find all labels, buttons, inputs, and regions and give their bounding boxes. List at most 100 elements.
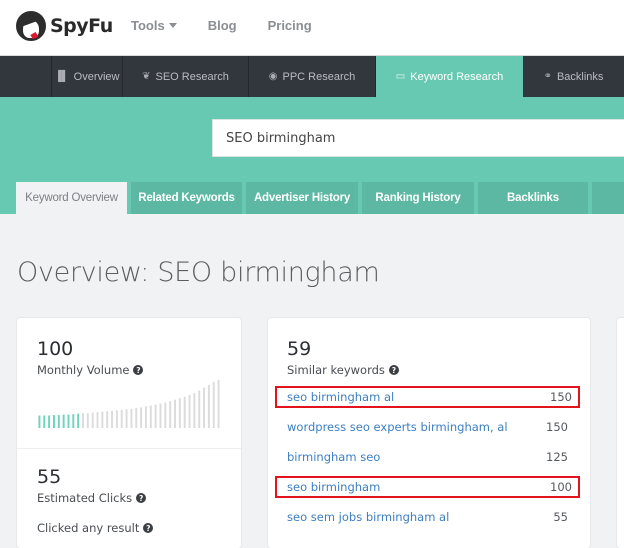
volume-bar	[86, 413, 89, 428]
volume-bar	[91, 412, 94, 428]
volume-bar	[164, 402, 167, 428]
keyword-search-input[interactable]: SEO birmingham	[212, 119, 624, 157]
volume-bar	[154, 404, 157, 428]
chevron-down-icon	[168, 23, 177, 28]
volume-bar	[115, 410, 118, 428]
section-tab-overview[interactable]: ▐▌ Overview	[52, 56, 123, 97]
subtab-related-keywords[interactable]: Related Keywords	[131, 182, 242, 214]
spy-logo-icon	[16, 11, 46, 41]
monthly-volume-text: Monthly Volume	[37, 363, 130, 377]
section-tab-label: SEO Research	[155, 70, 229, 83]
similar-keywords-card: 59 Similar keywords ? seo birmingham al 1…	[268, 318, 590, 548]
keyword-volume: 150	[550, 390, 572, 404]
estimated-clicks-label: Estimated Clicks ?	[37, 491, 153, 505]
volume-bar	[57, 415, 60, 428]
volume-bar	[188, 394, 191, 428]
section-tab-keyword-research[interactable]: ▭ Keyword Research	[376, 56, 523, 97]
nav-tools-label: Tools	[131, 18, 165, 33]
keyword-volume: 55	[553, 510, 568, 524]
nav-blog-label: Blog	[207, 18, 237, 33]
keyword-link[interactable]: wordpress seo experts birmingham, al	[287, 420, 508, 434]
volume-bar	[77, 413, 80, 428]
section-tab-label: Keyword Research	[410, 70, 504, 83]
keyword-row: birmingham seo 125	[275, 446, 580, 468]
volume-bar	[52, 415, 55, 428]
similar-keywords-count: 59	[287, 338, 312, 360]
volume-bar	[106, 411, 109, 428]
similar-keywords-text: Similar keywords	[287, 363, 385, 377]
volume-bar	[207, 384, 210, 428]
target-icon: ◉	[268, 71, 278, 82]
keyword-link[interactable]: birmingham seo	[287, 450, 380, 464]
keyword-volume: 100	[550, 480, 572, 494]
keyword-link[interactable]: seo birmingham al	[287, 390, 394, 404]
volume-bar	[38, 415, 41, 428]
search-value: SEO birmingham	[226, 130, 336, 146]
keyword-link[interactable]: seo sem jobs birmingham al	[287, 510, 449, 524]
volume-bar	[135, 407, 138, 428]
section-tab-seo-research[interactable]: ❦ SEO Research	[123, 56, 249, 97]
help-icon[interactable]: ?	[133, 365, 144, 375]
volume-bar	[203, 387, 206, 428]
volume-bar	[193, 392, 196, 428]
subtab-label: Keyword Overview	[25, 192, 118, 204]
logo-text: SpyFu	[50, 15, 113, 37]
subtab-label: Backlinks	[507, 192, 559, 204]
nav-tools[interactable]: Tools	[131, 18, 177, 33]
section-tab-label: Overview	[73, 70, 120, 83]
subtab-ranking-history[interactable]: Ranking History	[362, 182, 474, 214]
volume-bar	[125, 409, 128, 428]
leaf-icon: ❦	[142, 71, 151, 82]
section-tab-backlinks[interactable]: ⚭ Backlinks	[523, 56, 624, 97]
help-icon[interactable]: ?	[143, 523, 154, 533]
section-nav-spacer	[0, 56, 52, 97]
keyword-link[interactable]: seo birmingham	[287, 480, 380, 494]
subtab-keyword-overview[interactable]: Keyword Overview	[16, 182, 127, 214]
volume-bar	[62, 414, 65, 428]
volume-card: 100 Monthly Volume ? 55 Estimated Clicks…	[17, 318, 241, 548]
estimated-clicks-value: 55	[37, 466, 62, 488]
nav-pricing[interactable]: Pricing	[268, 18, 312, 33]
volume-bar	[67, 414, 70, 428]
help-icon[interactable]: ?	[388, 365, 399, 375]
volume-bar	[111, 410, 114, 428]
volume-bar	[183, 396, 186, 428]
subtab-label: Advertiser History	[253, 192, 351, 204]
subtab-backlinks[interactable]: Backlinks	[478, 182, 588, 214]
spyfu-logo[interactable]: SpyFu	[16, 11, 113, 41]
nav-pricing-label: Pricing	[267, 18, 312, 33]
estimated-clicks-text: Estimated Clicks	[37, 491, 133, 505]
volume-bar	[72, 414, 75, 428]
bar-chart-icon: ▐▌	[54, 71, 69, 82]
keyword-volume: 125	[546, 450, 568, 464]
section-tab-label: PPC Research	[282, 70, 356, 83]
volume-bar	[48, 415, 51, 428]
keyword-row-highlighted: seo birmingham al 150	[275, 386, 580, 408]
volume-bar	[159, 403, 162, 428]
volume-bar	[174, 399, 176, 428]
nav-blog[interactable]: Blog	[208, 18, 237, 33]
similar-keywords-label: Similar keywords ?	[287, 363, 399, 377]
help-icon[interactable]: ?	[136, 493, 147, 503]
volume-bar	[82, 413, 84, 428]
keyword-volume: 150	[546, 420, 568, 434]
partial-card	[617, 318, 624, 548]
section-tab-ppc-research[interactable]: ◉ PPC Research	[249, 56, 376, 97]
keyword-row: seo sem jobs birmingham al 55	[275, 506, 580, 528]
section-tab-label: Backlinks	[556, 70, 604, 83]
subtab-advertiser-history[interactable]: Advertiser History	[246, 182, 358, 214]
subtab-more[interactable]	[592, 182, 624, 214]
volume-bar	[198, 390, 201, 428]
subtab-label: Ranking History	[375, 192, 461, 204]
link-icon: ⚭	[543, 71, 552, 82]
volume-bar	[101, 411, 104, 428]
volume-bar	[43, 415, 46, 428]
search-hero: SEO birmingham Keyword Overview Related …	[0, 97, 624, 214]
card-divider	[17, 448, 241, 449]
top-nav: Tools Blog Pricing	[131, 18, 343, 33]
volume-bar	[212, 381, 215, 428]
monthly-volume-value: 100	[37, 338, 74, 360]
monthly-volume-label: Monthly Volume ?	[37, 363, 144, 377]
keyword-subtabs: Keyword Overview Related Keywords Advert…	[16, 182, 624, 214]
volume-bar	[178, 398, 181, 428]
